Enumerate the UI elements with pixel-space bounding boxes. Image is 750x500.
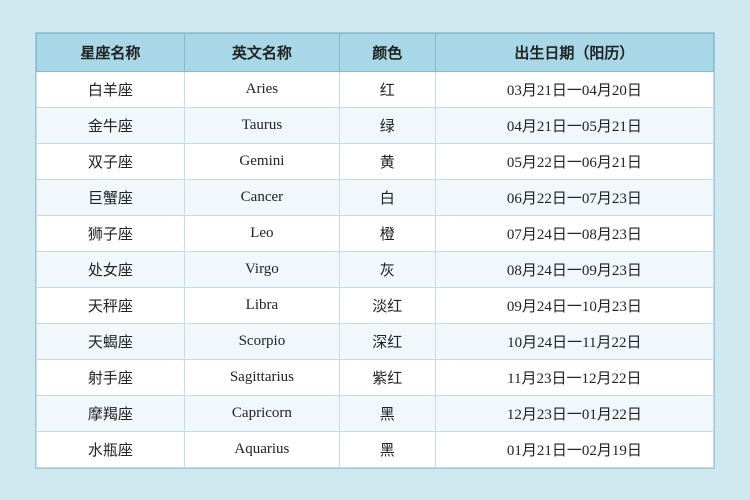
cell-english-name: Aquarius — [184, 431, 339, 467]
table-row: 天蝎座Scorpio深红10月24日一11月22日 — [37, 323, 714, 359]
zodiac-table: 星座名称 英文名称 颜色 出生日期（阳历） 白羊座Aries红03月21日一04… — [36, 33, 714, 468]
cell-date: 05月22日一06月21日 — [435, 143, 713, 179]
cell-date: 03月21日一04月20日 — [435, 71, 713, 107]
cell-english-name: Scorpio — [184, 323, 339, 359]
cell-color: 黑 — [339, 431, 435, 467]
table-body: 白羊座Aries红03月21日一04月20日金牛座Taurus绿04月21日一0… — [37, 71, 714, 467]
cell-chinese-name: 狮子座 — [37, 215, 185, 251]
cell-date: 09月24日一10月23日 — [435, 287, 713, 323]
table-row: 狮子座Leo橙07月24日一08月23日 — [37, 215, 714, 251]
cell-color: 绿 — [339, 107, 435, 143]
cell-date: 06月22日一07月23日 — [435, 179, 713, 215]
table-row: 处女座Virgo灰08月24日一09月23日 — [37, 251, 714, 287]
cell-color: 深红 — [339, 323, 435, 359]
table-row: 射手座Sagittarius紫红11月23日一12月22日 — [37, 359, 714, 395]
cell-english-name: Cancer — [184, 179, 339, 215]
cell-chinese-name: 摩羯座 — [37, 395, 185, 431]
cell-english-name: Virgo — [184, 251, 339, 287]
table-row: 白羊座Aries红03月21日一04月20日 — [37, 71, 714, 107]
cell-color: 黑 — [339, 395, 435, 431]
cell-date: 11月23日一12月22日 — [435, 359, 713, 395]
table-row: 双子座Gemini黄05月22日一06月21日 — [37, 143, 714, 179]
cell-chinese-name: 水瓶座 — [37, 431, 185, 467]
cell-english-name: Taurus — [184, 107, 339, 143]
cell-english-name: Leo — [184, 215, 339, 251]
cell-english-name: Capricorn — [184, 395, 339, 431]
zodiac-table-container: 星座名称 英文名称 颜色 出生日期（阳历） 白羊座Aries红03月21日一04… — [35, 32, 715, 469]
header-color: 颜色 — [339, 33, 435, 71]
cell-color: 紫红 — [339, 359, 435, 395]
header-date: 出生日期（阳历） — [435, 33, 713, 71]
cell-chinese-name: 射手座 — [37, 359, 185, 395]
cell-chinese-name: 处女座 — [37, 251, 185, 287]
cell-date: 10月24日一11月22日 — [435, 323, 713, 359]
cell-date: 01月21日一02月19日 — [435, 431, 713, 467]
table-row: 水瓶座Aquarius黑01月21日一02月19日 — [37, 431, 714, 467]
header-chinese-name: 星座名称 — [37, 33, 185, 71]
cell-color: 红 — [339, 71, 435, 107]
cell-color: 黄 — [339, 143, 435, 179]
cell-chinese-name: 白羊座 — [37, 71, 185, 107]
table-row: 巨蟹座Cancer白06月22日一07月23日 — [37, 179, 714, 215]
cell-color: 淡红 — [339, 287, 435, 323]
cell-english-name: Libra — [184, 287, 339, 323]
cell-chinese-name: 天蝎座 — [37, 323, 185, 359]
cell-date: 07月24日一08月23日 — [435, 215, 713, 251]
table-row: 天秤座Libra淡红09月24日一10月23日 — [37, 287, 714, 323]
cell-date: 04月21日一05月21日 — [435, 107, 713, 143]
cell-chinese-name: 天秤座 — [37, 287, 185, 323]
cell-english-name: Sagittarius — [184, 359, 339, 395]
cell-date: 12月23日一01月22日 — [435, 395, 713, 431]
cell-english-name: Aries — [184, 71, 339, 107]
cell-color: 橙 — [339, 215, 435, 251]
table-header-row: 星座名称 英文名称 颜色 出生日期（阳历） — [37, 33, 714, 71]
table-row: 金牛座Taurus绿04月21日一05月21日 — [37, 107, 714, 143]
cell-english-name: Gemini — [184, 143, 339, 179]
cell-chinese-name: 巨蟹座 — [37, 179, 185, 215]
header-english-name: 英文名称 — [184, 33, 339, 71]
cell-chinese-name: 双子座 — [37, 143, 185, 179]
table-row: 摩羯座Capricorn黑12月23日一01月22日 — [37, 395, 714, 431]
cell-chinese-name: 金牛座 — [37, 107, 185, 143]
cell-color: 灰 — [339, 251, 435, 287]
cell-date: 08月24日一09月23日 — [435, 251, 713, 287]
cell-color: 白 — [339, 179, 435, 215]
